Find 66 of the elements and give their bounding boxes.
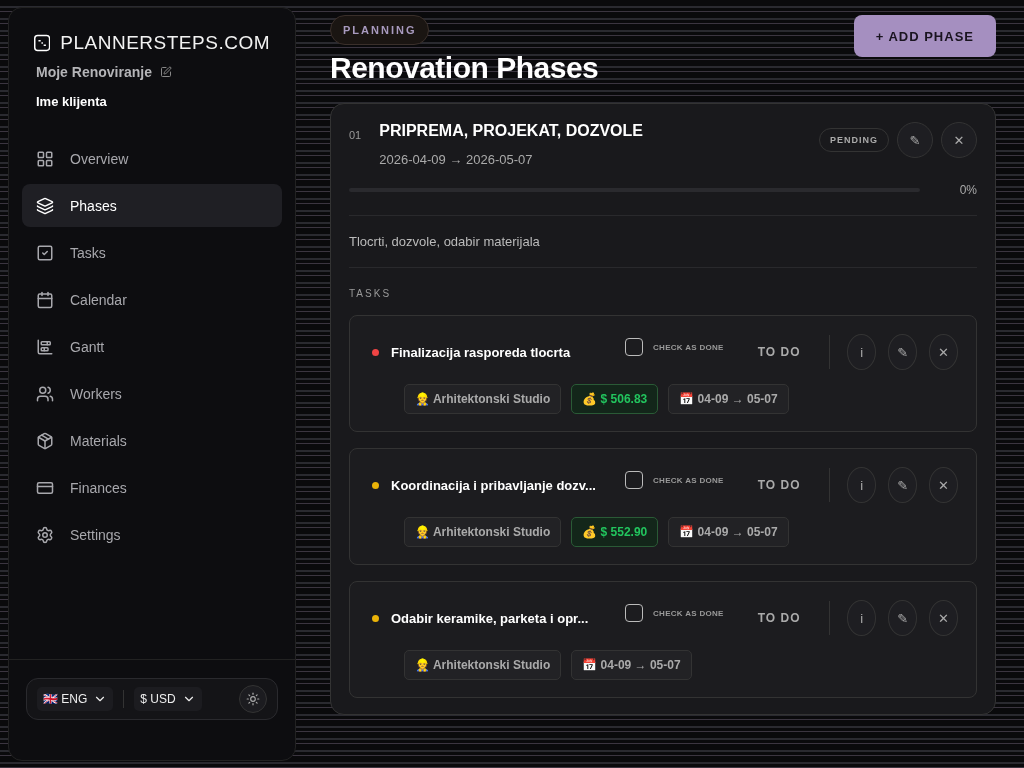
info-button[interactable]: i (847, 600, 877, 636)
project-name: Moje Renoviranje (36, 64, 152, 80)
phase-dates: 2026-04-09 → 2026-05-07 (379, 152, 534, 167)
phase-number: 01 (349, 128, 362, 141)
delete-button[interactable]: ✕ (929, 334, 958, 370)
task-status: TO DO (756, 611, 802, 625)
settings-icon (36, 525, 54, 544)
task-title: Odabir keramike, parketa i opr... (391, 610, 590, 626)
checkbox-label: CHECK AS DONE (653, 475, 724, 485)
sun-icon (246, 692, 260, 706)
nav-item[interactable]: Phases (22, 184, 282, 227)
nav-item[interactable]: Workers (22, 372, 282, 415)
date-tag: 📅 04-09 → 05-07 (668, 517, 789, 547)
brand-name: PLANNERSTEPS.COM (60, 32, 270, 54)
checkbox-label: CHECK AS DONE (653, 342, 724, 352)
nav-item[interactable]: Calendar (22, 278, 282, 321)
nav-item[interactable]: Finances (22, 466, 282, 509)
edit-button[interactable]: ✎ (897, 122, 933, 158)
task-status: TO DO (756, 478, 802, 492)
worker-tag: 👷 Arhitektonski Studio (404, 650, 562, 680)
section-badge: PLANNING (330, 15, 430, 45)
tasks-heading: TASKS (349, 288, 393, 299)
nav-item[interactable]: Gantt (22, 325, 282, 368)
worker-tag: 👷 Arhitektonski Studio (404, 384, 562, 414)
nav-item[interactable]: Settings (22, 513, 282, 556)
delete-button[interactable]: ✕ (929, 600, 958, 636)
task-status: TO DO (756, 345, 802, 359)
delete-button[interactable]: ✕ (929, 467, 958, 503)
delete-button[interactable]: ✕ (941, 122, 977, 158)
task-title: Finalizacija rasporeda tlocrta (391, 344, 572, 360)
bar-chart-icon (36, 337, 54, 356)
phase-description: Tlocrti, dozvole, odabir materijala (349, 215, 977, 268)
page-title: Renovation Phases (330, 51, 600, 85)
edit-button[interactable]: ✎ (888, 600, 918, 636)
edit-icon[interactable] (159, 66, 172, 78)
worker-tag: 👷 Arhitektonski Studio (404, 517, 562, 547)
phase-title: PRIPREMA, PROJEKAT, DOZVOLE (379, 122, 644, 140)
progress-percent: 0% (959, 183, 977, 197)
edit-button[interactable]: ✎ (888, 467, 918, 503)
info-button[interactable]: i (847, 334, 877, 370)
nav-item[interactable]: Tasks (22, 231, 282, 274)
info-button[interactable]: i (847, 467, 877, 503)
nav-item[interactable]: Overview (22, 137, 282, 180)
date-tag: 📅 04-09 → 05-07 (668, 384, 789, 414)
package-icon (36, 431, 54, 450)
client-name: Ime klijenta (35, 94, 108, 109)
logo-icon (34, 32, 51, 54)
checkbox-label: CHECK AS DONE (653, 608, 724, 618)
calendar-icon (36, 290, 54, 309)
done-checkbox[interactable] (625, 338, 643, 356)
currency-select[interactable]: $ USD (134, 687, 202, 711)
checkbox-icon (36, 243, 54, 262)
cost-tag: 💰 $ 552.90 (571, 517, 659, 547)
language-select[interactable]: 🇬🇧 ENG (37, 687, 114, 711)
done-checkbox[interactable] (625, 471, 643, 489)
grid-icon (36, 149, 54, 168)
done-checkbox[interactable] (625, 604, 643, 622)
theme-toggle[interactable] (239, 685, 267, 713)
people-icon (36, 384, 54, 403)
layers-icon (36, 196, 54, 215)
add-phase-button[interactable]: + ADD PHASE (853, 15, 996, 57)
cost-tag: 💰 $ 506.83 (571, 384, 659, 414)
task-title: Koordinacija i pribavljanje dozv... (391, 477, 597, 493)
date-tag: 📅 04-09 → 05-07 (571, 650, 692, 680)
nav-item[interactable]: Materials (22, 419, 282, 462)
edit-button[interactable]: ✎ (888, 334, 918, 370)
